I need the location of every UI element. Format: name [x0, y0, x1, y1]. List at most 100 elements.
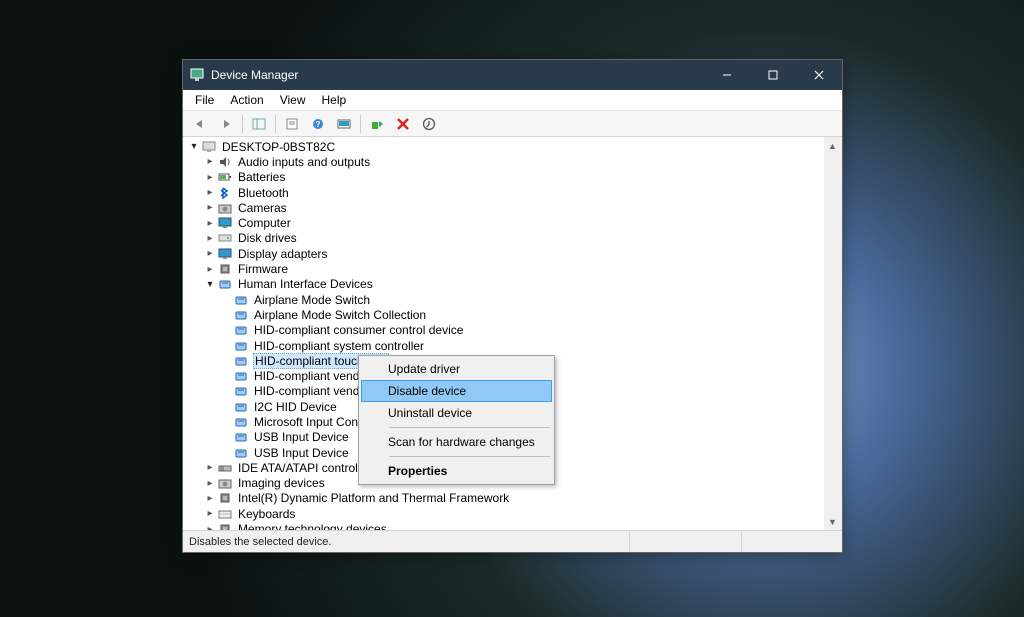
ctx-update-driver[interactable]: Update driver	[361, 358, 552, 380]
window-title: Device Manager	[211, 68, 298, 82]
tree-root[interactable]: ▾ DESKTOP-0BST82C	[183, 139, 841, 154]
tree-device[interactable]: Airplane Mode Switch Collection	[183, 307, 841, 322]
tree-item-label: Audio inputs and outputs	[237, 155, 371, 169]
menu-help[interactable]: Help	[314, 93, 355, 107]
statusbar: Disables the selected device.	[183, 530, 842, 552]
monitor-icon	[217, 216, 233, 230]
back-button[interactable]	[188, 113, 212, 135]
tree-category[interactable]: ▸ Disk drives	[183, 231, 841, 246]
hid-icon	[233, 384, 249, 398]
maximize-button[interactable]	[750, 60, 796, 90]
ide-icon	[217, 461, 233, 475]
disk-icon	[217, 231, 233, 245]
expander-icon[interactable]: ▸	[203, 264, 217, 275]
ctx-scan-hardware[interactable]: Scan for hardware changes	[361, 431, 552, 453]
svg-text:?: ?	[316, 120, 321, 129]
tree-item-label: HID-compliant consumer control device	[253, 323, 464, 337]
camera-icon	[217, 201, 233, 215]
tree-item-label: USB Input Device	[253, 430, 350, 444]
tree-item-label: IDE ATA/ATAPI controllers	[237, 461, 378, 475]
hid-icon	[233, 339, 249, 353]
tree-item-label: Display adapters	[237, 247, 328, 261]
tree-item-label: HID-compliant system controller	[253, 339, 425, 353]
expander-icon[interactable]: ▸	[203, 233, 217, 244]
expander-icon[interactable]: ▸	[203, 248, 217, 259]
help-button[interactable]: ?	[306, 113, 330, 135]
status-text: Disables the selected device.	[187, 531, 630, 552]
disable-button[interactable]	[391, 113, 415, 135]
expander-icon[interactable]: ▾	[187, 141, 201, 152]
tree-category[interactable]: ▸ Audio inputs and outputs	[183, 154, 841, 169]
tree-item-label: Cameras	[237, 201, 288, 215]
scroll-up-icon[interactable]: ▲	[824, 137, 841, 154]
expander-icon[interactable]: ▾	[203, 279, 217, 290]
titlebar[interactable]: Device Manager	[183, 60, 842, 90]
expander-icon[interactable]: ▸	[203, 218, 217, 229]
tree-item-label: Airplane Mode Switch	[253, 293, 371, 307]
menu-file[interactable]: File	[187, 93, 222, 107]
expander-icon[interactable]: ▸	[203, 508, 217, 519]
expander-icon[interactable]: ▸	[203, 172, 217, 183]
tree-category[interactable]: ▸ Display adapters	[183, 246, 841, 261]
hid-icon	[233, 400, 249, 414]
chip-icon	[217, 522, 233, 530]
hid-icon	[233, 369, 249, 383]
tree-category[interactable]: ▸ Keyboards	[183, 506, 841, 521]
tree-category[interactable]: ▸ Bluetooth	[183, 185, 841, 200]
tree-item-label: Firmware	[237, 262, 289, 276]
menu-view[interactable]: View	[272, 93, 314, 107]
tree-item-label: DESKTOP-0BST82C	[221, 140, 336, 154]
chip-icon	[217, 491, 233, 505]
pc-icon	[201, 140, 217, 154]
tree-device[interactable]: HID-compliant system controller	[183, 338, 841, 353]
tree-category[interactable]: ▸Computer	[183, 215, 841, 230]
tree-item-label: Bluetooth	[237, 186, 290, 200]
uninstall-button[interactable]	[417, 113, 441, 135]
camera-icon	[217, 476, 233, 490]
tree-category[interactable]: ▸ Firmware	[183, 261, 841, 276]
hid-icon	[217, 277, 233, 291]
context-menu: Update driver Disable device Uninstall d…	[358, 355, 555, 485]
minimize-button[interactable]	[704, 60, 750, 90]
app-icon	[189, 67, 205, 83]
tree-category[interactable]: ▾ Human Interface Devices	[183, 277, 841, 292]
menu-action[interactable]: Action	[222, 93, 271, 107]
tree-category[interactable]: ▸ Batteries	[183, 170, 841, 185]
hid-icon	[233, 308, 249, 322]
properties-button[interactable]	[280, 113, 304, 135]
forward-button[interactable]	[214, 113, 238, 135]
expander-icon[interactable]: ▸	[203, 187, 217, 198]
show-hide-tree-button[interactable]	[247, 113, 271, 135]
scan-button[interactable]	[332, 113, 356, 135]
ctx-uninstall-device[interactable]: Uninstall device	[361, 402, 552, 424]
close-button[interactable]	[796, 60, 842, 90]
expander-icon[interactable]: ▸	[203, 493, 217, 504]
expander-icon[interactable]: ▸	[203, 478, 217, 489]
expander-icon[interactable]: ▸	[203, 524, 217, 530]
ctx-properties[interactable]: Properties	[361, 460, 552, 482]
tree-item-label: HID-compliant vendor-	[253, 369, 375, 383]
kbd-icon	[217, 507, 233, 521]
ctx-disable-device[interactable]: Disable device	[361, 380, 552, 402]
tree-device[interactable]: Airplane Mode Switch	[183, 292, 841, 307]
toolbar: ?	[183, 111, 842, 137]
tree-category[interactable]: ▸Memory technology devices	[183, 521, 841, 530]
tree-item-label: Batteries	[237, 170, 286, 184]
tree-item-label: Airplane Mode Switch Collection	[253, 308, 427, 322]
hid-icon	[233, 415, 249, 429]
scroll-down-icon[interactable]: ▼	[824, 513, 841, 530]
expander-icon[interactable]: ▸	[203, 202, 217, 213]
tree-item-label: Disk drives	[237, 231, 298, 245]
expander-icon[interactable]: ▸	[203, 462, 217, 473]
menubar: File Action View Help	[183, 90, 842, 111]
hid-icon	[233, 446, 249, 460]
enable-button[interactable]	[365, 113, 389, 135]
hid-icon	[233, 323, 249, 337]
tree-item-label: Keyboards	[237, 507, 296, 521]
tree-item-label: Human Interface Devices	[237, 277, 374, 291]
tree-device[interactable]: HID-compliant consumer control device	[183, 323, 841, 338]
tree-category[interactable]: ▸Intel(R) Dynamic Platform and Thermal F…	[183, 491, 841, 506]
expander-icon[interactable]: ▸	[203, 156, 217, 167]
scrollbar[interactable]: ▲ ▼	[824, 137, 841, 530]
tree-category[interactable]: ▸ Cameras	[183, 200, 841, 215]
